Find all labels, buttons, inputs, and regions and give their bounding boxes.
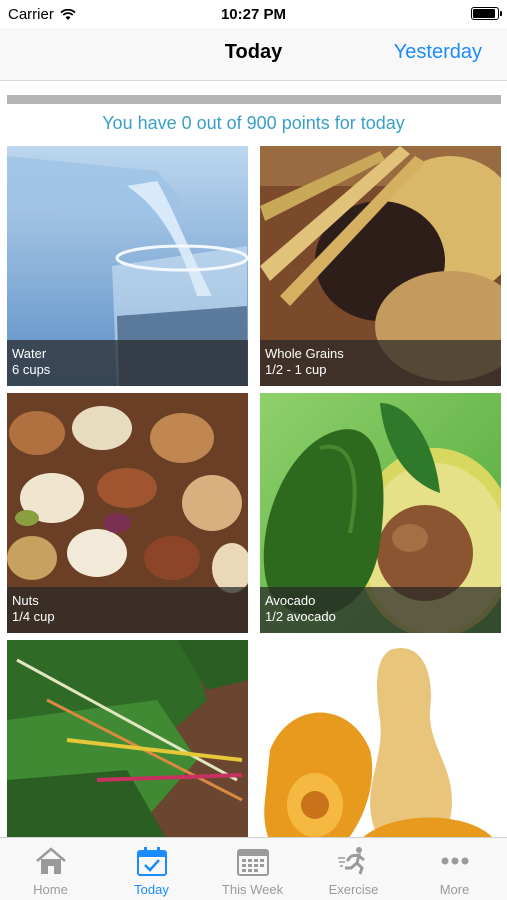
more-dots-icon — [441, 857, 468, 865]
food-amount: 6 cups — [12, 362, 51, 377]
runner-icon — [337, 847, 365, 875]
food-name: Whole Grains — [265, 346, 344, 361]
points-progress-bar — [7, 95, 501, 104]
food-tile-water[interactable]: Water 6 cups — [7, 146, 248, 386]
food-amount: 1/2 - 1 cup — [265, 362, 327, 377]
food-tile-avocado[interactable]: Avocado 1/2 avocado — [260, 393, 501, 633]
home-icon — [35, 847, 66, 874]
tab-this-week[interactable]: This Week — [202, 838, 303, 900]
tab-bar: Home Today This Week Exercise More — [0, 837, 507, 900]
status-bar: Carrier 10:27 PM — [0, 0, 507, 28]
status-time: 10:27 PM — [220, 6, 287, 23]
navigation-bar: Today Yesterday — [0, 28, 507, 81]
tab-label: This Week — [221, 882, 284, 897]
tab-today[interactable]: Today — [101, 838, 202, 900]
food-amount: 1/4 cup — [12, 609, 55, 624]
tile-caption: Nuts 1/4 cup — [7, 587, 248, 633]
yesterday-button[interactable]: Yesterday — [394, 41, 482, 64]
food-name: Water — [12, 346, 47, 361]
tab-more[interactable]: More — [404, 838, 505, 900]
points-summary: You have 0 out of 900 points for today — [102, 113, 405, 133]
food-name: Avocado — [265, 593, 316, 608]
battery-icon — [471, 7, 502, 20]
tile-caption: Water 6 cups — [7, 340, 248, 386]
calendar-check-icon — [136, 847, 167, 876]
tab-label: More — [439, 882, 470, 897]
food-tile-whole-grains[interactable]: Whole Grains 1/2 - 1 cup — [260, 146, 501, 386]
tab-label: Exercise — [328, 882, 379, 897]
tab-home[interactable]: Home — [0, 838, 101, 900]
food-name: Nuts — [12, 593, 39, 608]
calendar-grid-icon — [236, 849, 269, 876]
tab-exercise[interactable]: Exercise — [303, 838, 404, 900]
tab-label: Home — [33, 882, 68, 897]
food-tile-nuts[interactable]: Nuts 1/4 cup — [7, 393, 248, 633]
tile-caption: Whole Grains 1/2 - 1 cup — [260, 340, 501, 386]
food-amount: 1/2 avocado — [265, 609, 336, 624]
tile-caption: Avocado 1/2 avocado — [260, 587, 501, 633]
tab-label: Today — [134, 882, 169, 897]
